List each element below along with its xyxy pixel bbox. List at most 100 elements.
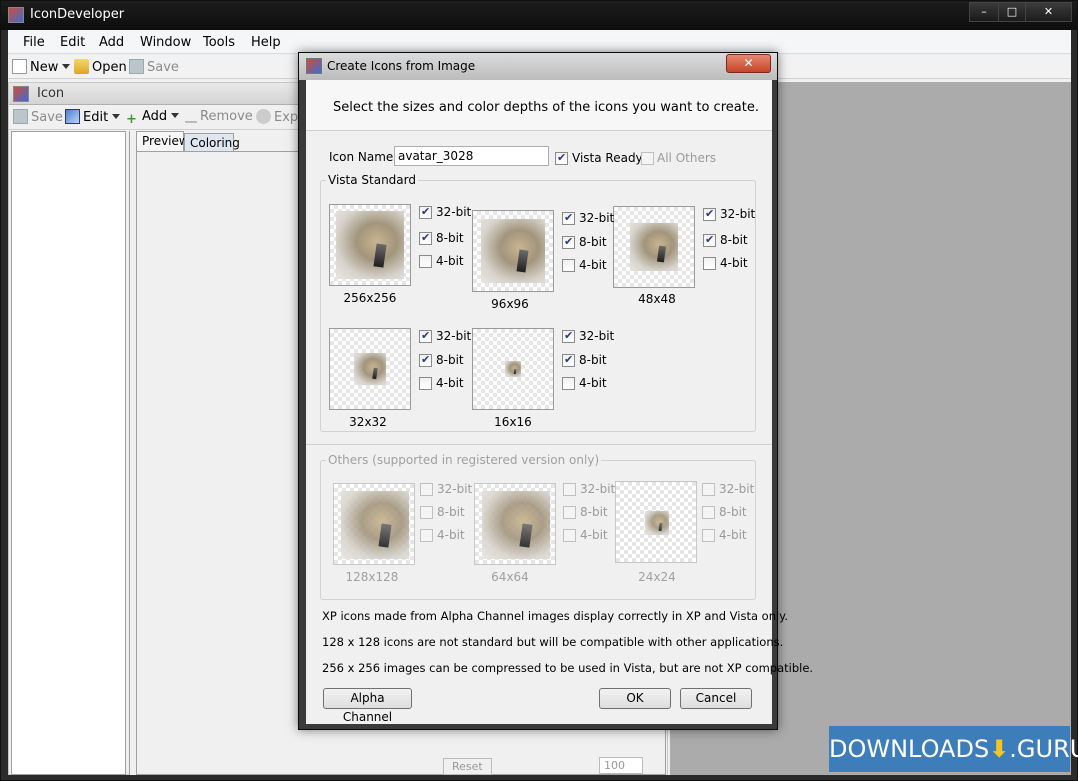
doc-save-button[interactable]: Save [13,109,63,125]
dialog-body: Select the sizes and color depths of the… [306,80,813,724]
vista-ready-label: Vista Ready [572,151,643,165]
cb-16-32bit[interactable] [562,329,575,343]
size-label-24: 24x24 [638,570,676,584]
note-alpha: XP icons made from Alpha Channel images … [322,609,789,623]
note-256: 256 x 256 images can be compressed to be… [322,661,814,675]
menu-bar: File Edit Add Window Tools Help [8,30,1071,54]
reset-button[interactable]: Reset [443,758,492,775]
doc-add-label: Add [142,109,168,124]
cb-128-8bit[interactable] [420,506,433,519]
cb-256-4bit[interactable] [419,255,432,268]
cb-96-4bit-label: 4-bit [579,258,607,272]
size-label-32: 32x32 [349,415,387,429]
app-title: IconDeveloper [30,7,125,22]
cb-24-8bit-label: 8-bit [719,505,747,519]
cb-32-32bit-label: 32-bit [436,329,472,343]
minus-icon [185,121,197,123]
cb-64-8bit[interactable] [563,506,576,519]
cb-96-32bit[interactable] [562,211,575,225]
cb-256-32bit[interactable] [419,205,432,219]
menu-edit[interactable]: Edit [60,35,85,50]
tab-coloring[interactable]: Coloring [184,133,240,151]
cb-32-8bit[interactable] [419,353,432,367]
size-label-128: 128x128 [345,570,399,584]
cb-48-4bit[interactable] [703,257,716,270]
folder-icon [74,59,89,74]
icon-name-input[interactable]: avatar_3028 [394,146,549,166]
dialog-app-icon [306,58,322,74]
cb-32-8bit-label: 8-bit [436,353,464,367]
plus-icon: + [126,112,137,127]
title-bar: IconDeveloper – □ ✕ [1,1,1077,30]
close-button[interactable]: ✕ [1025,2,1072,22]
floppy-icon [129,59,144,74]
cb-24-8bit[interactable] [702,506,715,519]
cb-48-32bit-label: 32-bit [720,207,756,221]
note-128: 128 x 128 icons are not standard but wil… [322,635,784,649]
ok-button[interactable]: OK [599,688,671,709]
cb-48-8bit[interactable] [703,233,716,247]
cb-48-32bit[interactable] [703,207,716,221]
size-label-48: 48x48 [638,292,676,306]
cb-32-32bit[interactable] [419,329,432,343]
dialog-close-button[interactable]: ✕ [726,54,771,73]
thumb-16 [472,328,554,410]
doc-edit-button[interactable]: Edit [65,109,121,125]
cancel-button[interactable]: Cancel [680,688,752,709]
cb-48-4bit-label: 4-bit [720,256,748,270]
save-button[interactable]: Save [129,59,179,75]
cb-96-4bit[interactable] [562,259,575,272]
doc-remove-label: Remove [200,109,253,124]
minimize-button[interactable]: – [969,2,999,22]
cb-24-4bit[interactable] [702,529,715,542]
doc-edit-label: Edit [83,110,109,125]
doc-remove-button[interactable]: Remove [185,109,253,124]
new-button[interactable]: New [12,59,71,75]
cb-128-32bit[interactable] [420,483,433,496]
cb-16-4bit-label: 4-bit [579,376,607,390]
cb-64-32bit-label: 32-bit [580,482,616,496]
thumb-32 [329,328,411,410]
thumb-96 [472,210,554,292]
cb-16-8bit[interactable] [562,353,575,367]
cb-96-8bit[interactable] [562,235,575,249]
menu-tools[interactable]: Tools [203,35,235,50]
open-button[interactable]: Open [74,59,127,75]
others-group-label: Others (supported in registered version … [326,453,602,467]
alpha-channel-button[interactable]: Alpha Channel [323,688,412,724]
cb-64-8bit-label: 8-bit [580,505,608,519]
cb-64-4bit[interactable] [563,529,576,542]
all-others-checkbox[interactable] [641,152,654,165]
menu-file[interactable]: File [23,35,45,50]
cb-32-4bit[interactable] [419,377,432,390]
thumb-64 [474,483,556,565]
cb-48-8bit-label: 8-bit [720,233,748,247]
cb-128-4bit[interactable] [420,529,433,542]
menu-help[interactable]: Help [251,35,281,50]
edit-image-icon [65,109,80,124]
cb-256-4bit-label: 4-bit [436,254,464,268]
size-label-256: 256x256 [343,291,397,305]
cb-256-8bit[interactable] [419,231,432,245]
icon-name-label: Icon Name: [329,150,398,164]
doc-add-button[interactable]: + Add [124,109,180,127]
zoom-field[interactable]: 100 [599,757,643,774]
new-label: New [30,60,59,75]
dialog-title-bar: Create Icons from Image ✕ [299,53,777,80]
dialog-header: Select the sizes and color depths of the… [306,80,772,131]
menu-window[interactable]: Window [140,35,191,50]
all-others-label: All Others [657,151,717,165]
icon-list-pane[interactable] [11,131,126,775]
vista-ready-checkbox[interactable] [555,151,568,165]
downloads-guru-watermark: DOWNLOADS⬇.GURU [829,726,1078,772]
size-label-96: 96x96 [491,297,529,311]
tab-preview[interactable]: Preview [136,131,189,151]
cb-24-32bit[interactable] [702,483,715,496]
size-label-16: 16x16 [494,415,532,429]
app-icon [8,7,24,23]
maximize-button[interactable]: □ [998,2,1026,22]
cb-16-4bit[interactable] [562,377,575,390]
cb-64-32bit[interactable] [563,483,576,496]
menu-add[interactable]: Add [99,35,124,50]
divider [306,444,772,445]
